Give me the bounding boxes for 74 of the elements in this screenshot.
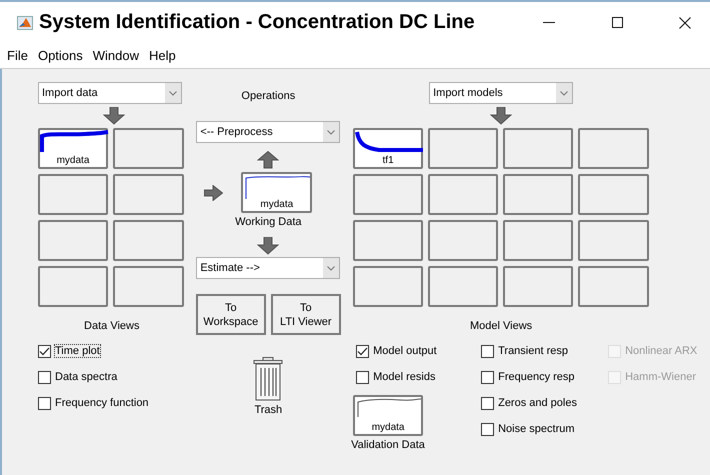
data-tile[interactable]: mydata: [241, 172, 312, 213]
checkbox-label[interactable]: Noise spectrum: [498, 423, 575, 435]
menu-item[interactable]: Options: [34, 48, 89, 63]
chevron-down-icon: [560, 90, 568, 96]
checkbox[interactable]: [481, 344, 494, 358]
checkbox-label[interactable]: Model output: [373, 345, 437, 357]
empty-tile[interactable]: [428, 174, 498, 215]
section-label: Operations: [241, 90, 296, 102]
empty-tile[interactable]: [113, 266, 184, 307]
dropdown[interactable]: Estimate -->: [196, 257, 340, 279]
empty-tile[interactable]: [578, 220, 650, 261]
down-arrow-icon: [103, 107, 126, 125]
checkbox[interactable]: [38, 344, 51, 358]
empty-tile[interactable]: [38, 220, 108, 261]
export-button[interactable]: To LTI Viewer: [270, 294, 341, 335]
dropdown[interactable]: Import data: [38, 82, 182, 104]
empty-tile[interactable]: [428, 266, 498, 307]
chevron-down-icon: [327, 130, 336, 134]
empty-tile[interactable]: [578, 174, 650, 215]
section-label: Model Views: [469, 320, 534, 332]
empty-tile[interactable]: [503, 220, 574, 261]
checkbox[interactable]: [38, 370, 51, 384]
empty-tile[interactable]: [38, 266, 108, 307]
checkbox-label[interactable]: Frequency function: [55, 397, 149, 409]
empty-tile[interactable]: [113, 174, 184, 215]
export-button[interactable]: To Workspace: [196, 294, 266, 335]
empty-tile[interactable]: [578, 128, 650, 169]
data-tile[interactable]: tf1: [353, 128, 424, 169]
empty-tile[interactable]: [113, 220, 184, 261]
checkbox[interactable]: [356, 344, 370, 358]
menu-item[interactable]: Window: [88, 48, 146, 63]
tile-caption: Validation Data: [351, 439, 426, 451]
right-arrow-icon: [204, 184, 224, 200]
checkbox[interactable]: [481, 370, 494, 384]
checkbox-label[interactable]: Frequency resp: [498, 371, 575, 383]
empty-tile[interactable]: [353, 174, 424, 215]
checkbox-label[interactable]: Transient resp: [498, 345, 568, 357]
checkbox-label[interactable]: Zeros and poles: [498, 397, 577, 409]
down-arrow-icon: [490, 107, 512, 125]
chevron-down-icon: [327, 266, 336, 270]
empty-tile[interactable]: [503, 174, 574, 215]
dropdown[interactable]: Import models: [429, 82, 574, 104]
checkbox-label[interactable]: Model resids: [373, 371, 436, 383]
up-arrow-icon: [257, 151, 280, 169]
menu-item[interactable]: Help: [145, 48, 182, 63]
data-tile[interactable]: mydata: [38, 128, 108, 169]
checkbox-label[interactable]: Time plot: [55, 345, 100, 357]
tile-caption: Working Data: [235, 216, 302, 228]
empty-tile[interactable]: [503, 266, 574, 307]
trash-icon[interactable]: [253, 357, 284, 401]
data-tile[interactable]: mydata: [353, 395, 424, 436]
checkbox[interactable]: [481, 422, 494, 436]
empty-tile[interactable]: [353, 266, 424, 307]
trash-label: Trash: [254, 404, 282, 416]
app-logo-icon: [17, 16, 33, 30]
empty-tile[interactable]: [353, 220, 424, 261]
checkbox-label[interactable]: Data spectra: [55, 371, 118, 383]
window-title: System Identification - Concentration DC Line: [39, 11, 476, 34]
checkbox[interactable]: [356, 370, 370, 384]
empty-tile[interactable]: [578, 266, 650, 307]
empty-tile[interactable]: [428, 128, 498, 169]
empty-tile[interactable]: [428, 220, 498, 261]
checkbox[interactable]: [38, 396, 51, 410]
dropdown[interactable]: <-- Preprocess: [196, 121, 340, 143]
empty-tile[interactable]: [113, 128, 184, 169]
down-arrow-icon: [257, 237, 280, 255]
checkbox[interactable]: [481, 396, 494, 410]
menu-item[interactable]: File: [3, 48, 34, 63]
empty-tile[interactable]: [503, 128, 574, 169]
chevron-down-icon: [169, 90, 177, 96]
close-icon[interactable]: [679, 16, 691, 28]
empty-tile[interactable]: [38, 174, 108, 215]
maximize-icon[interactable]: [612, 17, 622, 28]
section-label: Data Views: [83, 320, 140, 332]
